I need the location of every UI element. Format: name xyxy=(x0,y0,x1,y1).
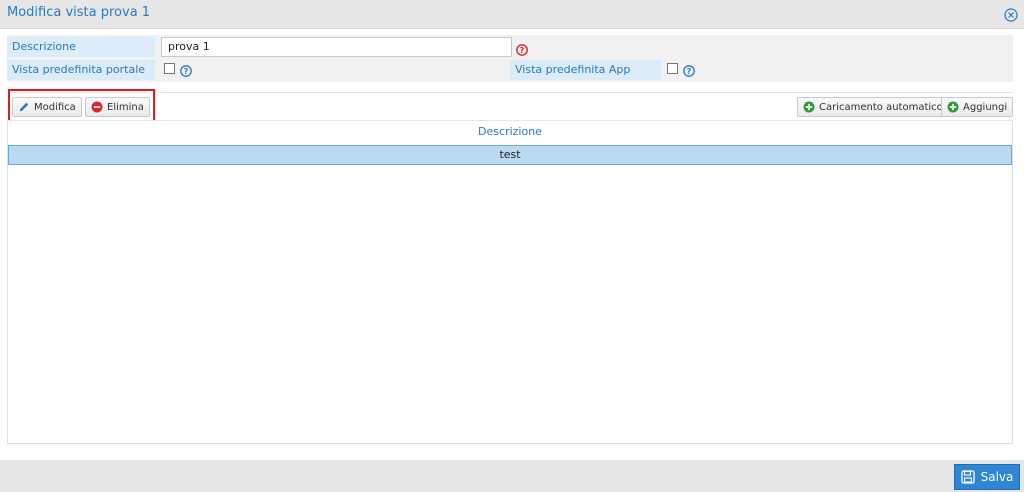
footer: Salva xyxy=(0,460,1024,492)
dialog-window: Modifica vista prova 1 Descrizione prova… xyxy=(0,0,1024,492)
svg-text:?: ? xyxy=(687,67,692,76)
add-icon xyxy=(803,101,815,113)
caricamento-automatico-button[interactable]: Caricamento automatico xyxy=(797,97,949,117)
data-grid: Descrizione test xyxy=(7,120,1013,444)
column-header-descrizione[interactable]: Descrizione xyxy=(8,121,1012,145)
help-icon[interactable]: ? xyxy=(683,62,695,77)
aggiungi-label: Aggiungi xyxy=(963,101,1008,113)
form-panel: Descrizione prova 1 ? Vista predefinita … xyxy=(7,35,1013,82)
close-icon[interactable] xyxy=(1004,7,1018,22)
save-button[interactable]: Salva xyxy=(954,464,1020,490)
help-icon[interactable]: ? xyxy=(180,62,192,77)
svg-text:?: ? xyxy=(520,46,525,55)
dialog-title: Modifica vista prova 1 xyxy=(7,5,151,20)
titlebar: Modifica vista prova 1 xyxy=(0,0,1024,29)
aggiungi-button[interactable]: Aggiungi xyxy=(941,97,1014,117)
toolbar: Modifica Elimina Caricamento automatico … xyxy=(7,92,1014,120)
descrizione-label: Descrizione xyxy=(7,37,155,57)
table-row[interactable]: test xyxy=(8,145,1012,165)
vista-app-label: Vista predefinita App xyxy=(510,60,661,80)
save-label: Salva xyxy=(980,470,1014,484)
highlight-box xyxy=(8,89,155,123)
descrizione-input[interactable]: prova 1 xyxy=(161,37,512,57)
svg-text:?: ? xyxy=(184,67,189,76)
vista-portale-checkbox[interactable] xyxy=(164,63,175,74)
help-icon-required[interactable]: ? xyxy=(516,41,528,56)
floppy-disk-icon xyxy=(960,470,975,484)
vista-app-checkbox[interactable] xyxy=(667,63,678,74)
caricamento-label: Caricamento automatico xyxy=(819,101,943,113)
vista-portale-label: Vista predefinita portale xyxy=(7,60,155,80)
add-icon xyxy=(947,101,959,113)
